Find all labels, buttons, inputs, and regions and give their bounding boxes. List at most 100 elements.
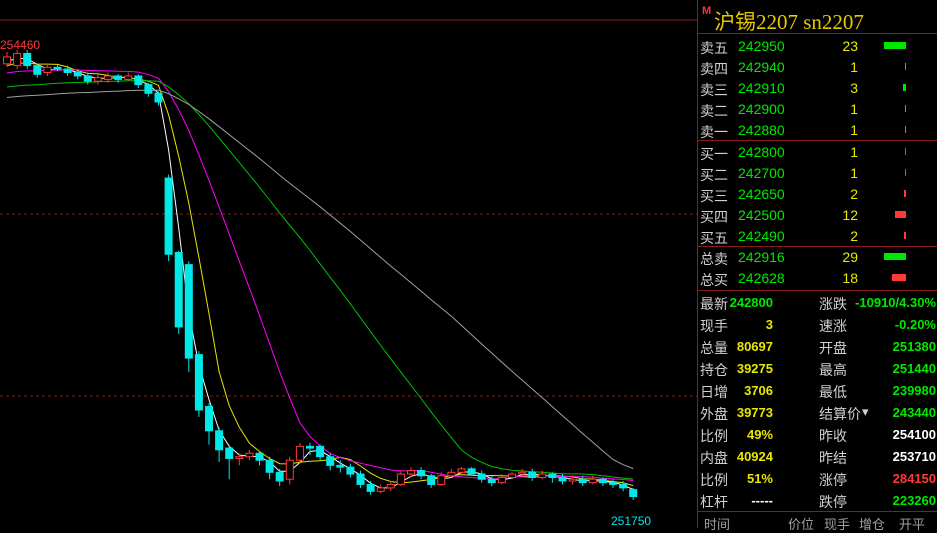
stat-value: 243440 <box>892 405 936 420</box>
candle-body <box>407 470 415 475</box>
bid-volume: 1 <box>850 165 858 181</box>
stat-row: 最新 242800 涨跌 -10910/4.30% <box>698 291 937 313</box>
settlement-dropdown-icon[interactable]: ▾ <box>862 404 869 420</box>
ask-label: 卖五 <box>700 40 728 56</box>
stat-row: 比例 49% 昨收 254100 <box>698 423 937 445</box>
bid-price: 242800 <box>738 144 785 160</box>
stat-row: 杠杆 ----- 跌停 223260 <box>698 489 937 511</box>
candle <box>629 487 638 500</box>
candle-body <box>578 478 587 484</box>
ask-row: 卖二 242900 1 <box>698 99 937 120</box>
candle <box>467 467 476 476</box>
candle-body <box>225 447 234 459</box>
candle <box>184 261 193 372</box>
candle <box>306 442 314 455</box>
divider <box>698 140 937 141</box>
bid-volume-bar <box>904 232 906 239</box>
candle <box>265 456 274 480</box>
candle-body <box>194 354 203 411</box>
stat-value: -10910/4.30% <box>855 295 936 310</box>
ask-volume: 3 <box>850 80 858 96</box>
stat-value: 254100 <box>892 427 936 442</box>
candle-body <box>336 464 345 468</box>
candle-body <box>134 75 143 86</box>
total-label: 总卖 <box>700 251 728 267</box>
stat-label: 日增 <box>700 384 728 400</box>
bid-row: 买三 242650 2 <box>698 184 937 205</box>
stat-row: 总量 80697 开盘 251380 <box>698 335 937 357</box>
divider <box>698 511 937 512</box>
bid-price: 242650 <box>738 186 785 202</box>
ask-volume-bar <box>905 126 906 133</box>
candle-body <box>629 489 638 498</box>
candle-body <box>376 487 385 492</box>
candle <box>376 484 385 494</box>
candle-body <box>306 445 314 449</box>
stat-label: 昨结 <box>819 450 847 466</box>
candle <box>63 65 72 76</box>
ma5-line <box>6 57 634 491</box>
bid-volume-bar <box>904 190 906 197</box>
candle-body <box>386 483 395 489</box>
candle-body <box>518 471 527 475</box>
moving-averages <box>6 57 634 491</box>
stat-value: 39275 <box>736 361 773 376</box>
candle-body <box>316 445 325 458</box>
stat-value: 223260 <box>892 493 936 508</box>
candle-body <box>174 252 183 328</box>
candle-body <box>609 482 617 485</box>
stat-row: 持仓 39275 最高 251440 <box>698 357 937 379</box>
instrument-title: M 沪锡2207 sn2207 <box>698 2 937 34</box>
candle-body <box>164 177 173 255</box>
bid-volume: 2 <box>850 228 858 244</box>
bid-price: 242700 <box>738 165 785 181</box>
candle <box>396 470 405 487</box>
market-badge: M <box>702 5 712 17</box>
candle <box>225 444 234 480</box>
bid-label: 买五 <box>700 230 728 246</box>
tick-col-type: 开平 <box>899 517 926 532</box>
bid-volume-bar <box>895 211 906 218</box>
ask-label: 卖一 <box>700 124 728 140</box>
candlestick-chart: 254460 251750 <box>0 19 697 528</box>
candle-body <box>457 468 466 473</box>
stat-value: -0.20% <box>894 317 936 332</box>
candle-body <box>114 75 123 80</box>
bid-volume: 2 <box>850 186 858 202</box>
ask-price: 242950 <box>738 38 785 54</box>
bid-row: 买一 242800 1 <box>698 142 937 163</box>
ask-price: 242910 <box>738 80 785 96</box>
ask-price: 242940 <box>738 59 785 75</box>
candle-body <box>205 406 213 432</box>
candle <box>326 453 335 471</box>
candle <box>346 463 355 478</box>
tick-col-price: 价位 <box>788 517 815 532</box>
candle <box>43 63 52 76</box>
candle <box>93 74 102 85</box>
candle <box>134 74 143 89</box>
ask-row: 卖三 242910 3 <box>698 78 937 99</box>
candle <box>609 479 617 488</box>
stat-label: 涨跌 <box>819 296 847 312</box>
total-label: 总买 <box>700 272 728 288</box>
stat-value: 39773 <box>736 405 773 420</box>
total-price: 242916 <box>738 249 785 265</box>
candle <box>174 250 183 334</box>
candle-body <box>124 75 133 80</box>
ask-row: 卖一 242880 1 <box>698 120 937 141</box>
stat-value: 253710 <box>892 449 936 464</box>
bid-label: 买三 <box>700 188 728 204</box>
candle <box>316 444 325 461</box>
candle-body <box>255 452 264 461</box>
candle <box>528 468 537 481</box>
candle-body <box>538 473 547 478</box>
ask-volume: 1 <box>850 59 858 75</box>
total-row: 总卖 242916 29 <box>698 247 937 268</box>
candle-body <box>497 477 506 484</box>
candle <box>194 351 203 417</box>
candle <box>33 63 42 78</box>
stat-value: 49% <box>746 427 773 442</box>
candle-body <box>588 478 597 484</box>
tick-col-time: 时间 <box>704 517 731 532</box>
bid-row: 买五 242490 2 <box>698 226 937 247</box>
